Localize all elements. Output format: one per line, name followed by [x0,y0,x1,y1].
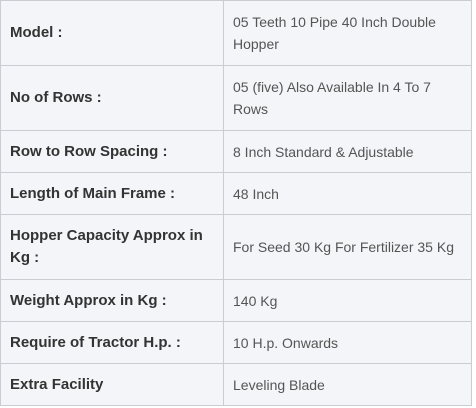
spec-label: Extra Facility [0,363,224,406]
table-row: Row to Row Spacing :8 Inch Standard & Ad… [0,130,472,173]
spec-label: Require of Tractor H.p. : [0,321,224,364]
spec-value: 8 Inch Standard & Adjustable [223,130,472,173]
spec-value: 05 Teeth 10 Pipe 40 Inch Double Hopper [223,0,472,66]
spec-value: Leveling Blade [223,363,472,406]
spec-label: Length of Main Frame : [0,172,224,215]
spec-value: For Seed 30 Kg For Fertilizer 35 Kg [223,214,472,280]
table-row: Extra Facility Leveling Blade [0,363,472,406]
spec-value: 10 H.p. Onwards [223,321,472,364]
spec-label: Weight Approx in Kg : [0,279,224,322]
spec-value: 140 Kg [223,279,472,322]
table-row: Length of Main Frame :48 Inch [0,172,472,215]
spec-value: 05 (five) Also Available In 4 To 7 Rows [223,65,472,131]
table-row: Require of Tractor H.p. :10 H.p. Onwards [0,321,472,364]
table-row: Weight Approx in Kg :140 Kg [0,279,472,322]
spec-label: Hopper Capacity Approx in Kg : [0,214,224,280]
table-row: No of Rows :05 (five) Also Available In … [0,65,472,131]
spec-label: Row to Row Spacing : [0,130,224,173]
table-row: Model :05 Teeth 10 Pipe 40 Inch Double H… [0,0,472,66]
table-row: Hopper Capacity Approx in Kg : For Seed 3… [0,214,472,280]
spec-label: Model : [0,0,224,66]
spec-value: 48 Inch [223,172,472,215]
spec-label: No of Rows : [0,65,224,131]
specifications-table: Model :05 Teeth 10 Pipe 40 Inch Double H… [0,0,472,406]
